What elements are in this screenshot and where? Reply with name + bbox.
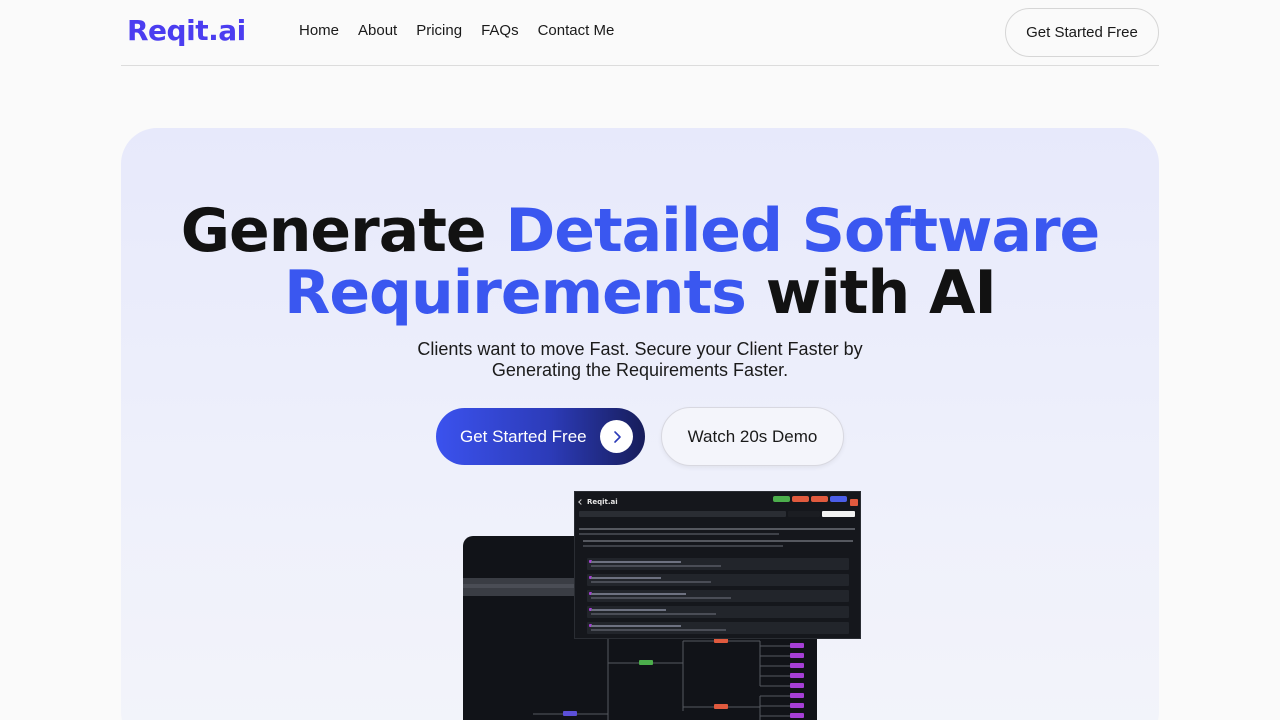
preview-blue-pill xyxy=(830,496,847,502)
requirement-row xyxy=(587,558,849,570)
preview-line xyxy=(583,545,783,547)
watch-demo-button[interactable]: Watch 20s Demo xyxy=(661,407,844,466)
hero-section: Generate Detailed Software Requirements … xyxy=(121,128,1159,720)
back-icon xyxy=(578,499,584,505)
preview-line xyxy=(579,528,855,530)
headline-text: with AI xyxy=(745,258,997,328)
preview-app-title: Reqit.ai xyxy=(587,498,618,506)
preview-search-input xyxy=(579,511,786,517)
preview-green-pill xyxy=(773,496,790,502)
headline-highlight: Detailed Software xyxy=(505,196,1100,266)
headline-highlight: Requirements xyxy=(284,258,747,328)
nav-link-home[interactable]: Home xyxy=(299,22,339,39)
requirement-row xyxy=(587,574,849,586)
requirement-row xyxy=(587,622,849,634)
nav-link-faqs[interactable]: FAQs xyxy=(481,22,519,39)
get-started-button[interactable]: Get Started Free xyxy=(436,408,645,465)
preview-avatar xyxy=(850,499,858,506)
subtitle-line: Generating the Requirements Faster. xyxy=(491,360,789,380)
preview-red-pill xyxy=(792,496,809,502)
nav-get-started-button[interactable]: Get Started Free xyxy=(1005,8,1159,57)
preview-orange-pill xyxy=(811,496,828,502)
arrow-right-icon xyxy=(600,420,633,453)
nav-links: Home About Pricing FAQs Contact Me xyxy=(299,22,633,39)
preview-tab-active xyxy=(822,511,855,517)
preview-app-screenshot: Reqit.ai xyxy=(574,491,861,639)
nav-link-pricing[interactable]: Pricing xyxy=(416,22,462,39)
requirement-row xyxy=(587,606,849,618)
top-navigation: Reqit.ai Home About Pricing FAQs Contact… xyxy=(121,0,1159,66)
logo[interactable]: Reqit.ai xyxy=(127,14,246,47)
headline-text: Generate xyxy=(180,196,506,266)
hero-headline: Generate Detailed Software Requirements … xyxy=(121,200,1159,324)
hero-subtitle: Clients want to move Fast. Secure your C… xyxy=(121,339,1159,381)
preview-line xyxy=(583,540,853,542)
get-started-label: Get Started Free xyxy=(460,426,587,446)
preview-tab xyxy=(788,511,820,517)
requirement-row xyxy=(587,590,849,602)
preview-line xyxy=(579,533,779,535)
subtitle-line: Clients want to move Fast. Secure your C… xyxy=(417,339,863,359)
nav-link-about[interactable]: About xyxy=(358,22,397,39)
nav-link-contact[interactable]: Contact Me xyxy=(538,22,615,39)
